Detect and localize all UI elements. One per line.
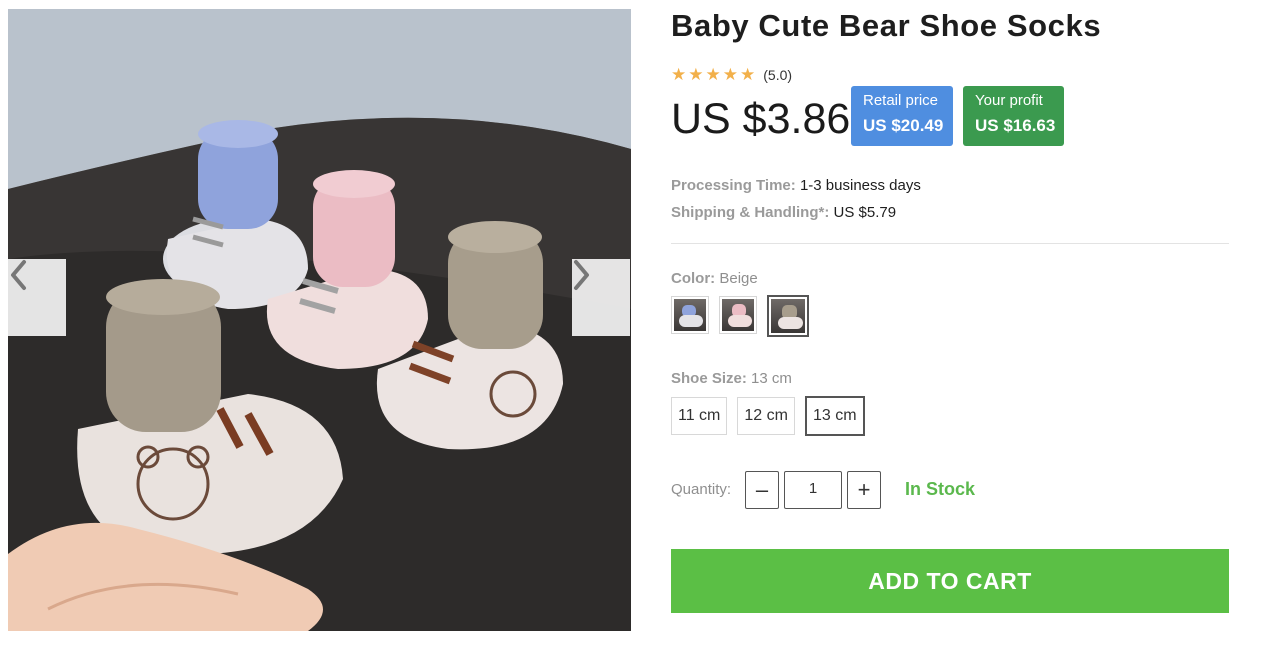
- color-label: Color:: [671, 270, 716, 287]
- color-swatches: [671, 295, 819, 337]
- size-selected-value: 13 cm: [751, 370, 792, 387]
- gallery-prev-button[interactable]: [8, 259, 66, 336]
- star-icon: ★: [740, 65, 756, 84]
- color-option-label: Color: Beige: [671, 270, 758, 287]
- minus-icon: –: [755, 477, 769, 502]
- processing-time-value: 1-3 business days: [799, 177, 921, 194]
- product-image-gallery: [8, 9, 631, 631]
- divider: [671, 243, 1229, 244]
- gallery-next-button[interactable]: [572, 259, 630, 336]
- product-title: Baby Cute Bear Shoe Socks: [671, 8, 1102, 43]
- chevron-right-icon: [574, 260, 589, 290]
- quantity-input[interactable]: [784, 471, 842, 509]
- color-selected-value: Beige: [719, 270, 758, 287]
- star-icon: ★: [671, 65, 687, 84]
- color-swatch-blue[interactable]: [671, 296, 709, 334]
- processing-time-label: Processing Time:: [671, 177, 796, 194]
- size-option-label: Shoe Size: 13 cm: [671, 370, 792, 387]
- size-option-13cm[interactable]: 13 cm: [804, 396, 865, 436]
- shipping-row: Shipping & Handling*: US $5.79: [671, 204, 896, 221]
- quantity-label: Quantity:: [671, 481, 732, 498]
- profit-badge: Your profit US $16.63: [963, 86, 1064, 146]
- star-icon: ★: [705, 65, 721, 84]
- processing-time-row: Processing Time: 1-3 business days: [671, 177, 921, 194]
- quantity-decrease-button[interactable]: –: [745, 471, 779, 509]
- size-options: 11 cm 12 cm 13 cm: [671, 396, 875, 436]
- size-option-11cm[interactable]: 11 cm: [671, 397, 728, 435]
- size-label: Shoe Size:: [671, 370, 747, 387]
- product-price: US $3.86: [671, 95, 851, 143]
- add-to-cart-button[interactable]: ADD TO CART: [671, 549, 1229, 613]
- product-photo: [8, 9, 631, 631]
- chevron-left-icon: [11, 260, 26, 290]
- star-icon: ★: [722, 65, 738, 84]
- retail-price-value: US $20.49: [863, 116, 944, 135]
- plus-icon: +: [857, 477, 871, 502]
- profit-label: Your profit: [975, 92, 1043, 109]
- retail-price-badge: Retail price US $20.49: [851, 86, 953, 146]
- color-swatch-pink[interactable]: [719, 296, 757, 334]
- retail-price-label: Retail price: [863, 92, 939, 109]
- profit-value: US $16.63: [975, 116, 1056, 135]
- stock-status: In Stock: [905, 479, 976, 499]
- rating-stars: ★ ★ ★ ★ ★: [671, 66, 755, 84]
- star-icon: ★: [688, 65, 704, 84]
- product-details-panel: Baby Cute Bear Shoe Socks ★ ★ ★ ★ ★ (5.0…: [671, 0, 1231, 647]
- product-rating: ★ ★ ★ ★ ★ (5.0): [671, 66, 792, 84]
- color-swatch-beige[interactable]: [767, 295, 809, 337]
- size-option-12cm[interactable]: 12 cm: [737, 397, 795, 435]
- shipping-label: Shipping & Handling*:: [671, 204, 830, 221]
- shipping-value: US $5.79: [833, 204, 897, 221]
- quantity-increase-button[interactable]: +: [847, 471, 881, 509]
- rating-value: (5.0): [763, 67, 793, 83]
